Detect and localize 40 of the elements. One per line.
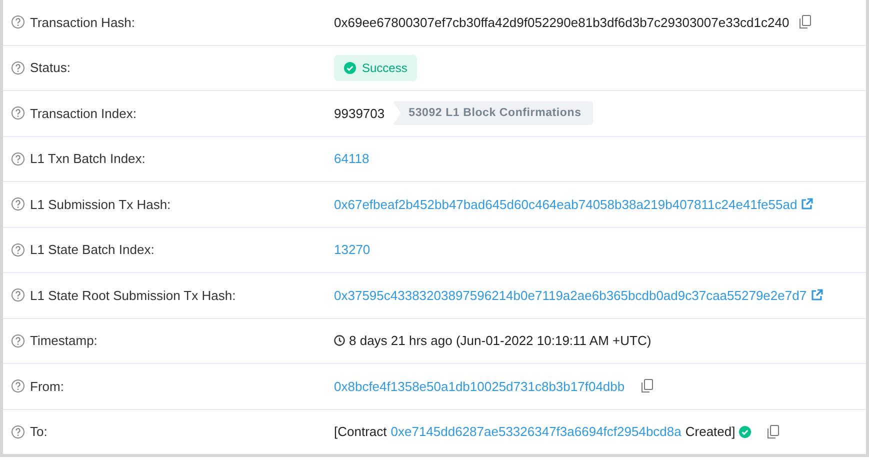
field-label: L1 Submission Tx Hash: (30, 196, 171, 212)
field-link[interactable]: 64118 (334, 151, 370, 166)
contract-link[interactable]: 0xe7145dd6287ae53326347f3a6694fcf2954bcd8a (390, 424, 682, 440)
field-label: Transaction Index: (30, 106, 136, 121)
help-icon (11, 334, 25, 348)
field-label: Timestamp: (30, 333, 98, 348)
field-label: L1 State Batch Index: (30, 242, 154, 258)
external-link-icon[interactable] (801, 198, 814, 210)
copy-icon[interactable] (640, 379, 653, 394)
hash-link[interactable]: 0x67efbeaf2b452bb47bad645d60c464eab74058b38a219b407811c24e41fe55ad (334, 196, 798, 212)
field-value: Created] (685, 424, 736, 440)
field-label: Status: (30, 60, 70, 76)
clock-icon (334, 335, 345, 346)
field-label: Transaction Hash: (30, 14, 136, 30)
field-value: [Contract (334, 424, 387, 440)
external-link-icon[interactable] (810, 289, 823, 302)
field-label: L1 Txn Batch Index: (30, 151, 146, 166)
field-link[interactable]: 13270 (334, 242, 370, 258)
status-badge: Success (334, 54, 418, 81)
field-value: 9939703 (334, 106, 385, 121)
help-icon (11, 60, 25, 75)
help-icon (11, 15, 25, 30)
help-icon (11, 197, 25, 212)
timestamp-text: 8 days 21 hrs ago (Jun-01-2022 10:19:11 AM +UTC) (349, 333, 652, 348)
field-label: L1 State Root Submission Tx Hash: (30, 288, 236, 303)
help-icon (11, 424, 25, 439)
confirmations-badge: 53092 L1 Block Confirmations (392, 101, 594, 126)
field-label: To: (30, 424, 48, 440)
help-icon (11, 288, 25, 302)
check-circle-icon (739, 426, 752, 438)
help-icon (11, 379, 25, 394)
address-link[interactable]: 0x8bcfe4f1358e50a1db10025d731c8b3b17f04dbb (334, 378, 625, 394)
help-icon (11, 152, 25, 166)
field-value: 0x69ee67800307ef7cb30ffa42d9f052290e81b3df6d3b7c29303007e33cd1c240 (334, 14, 790, 30)
copy-icon[interactable] (799, 15, 812, 30)
help-icon (11, 242, 25, 257)
hash-link[interactable]: 0x37595c43383203897596214b0e7119a2ae6b365bcdb0ad9c37caa55279e2e7d7 (334, 288, 807, 303)
copy-icon[interactable] (767, 424, 780, 439)
field-label: From: (30, 378, 64, 394)
help-icon (11, 106, 25, 120)
